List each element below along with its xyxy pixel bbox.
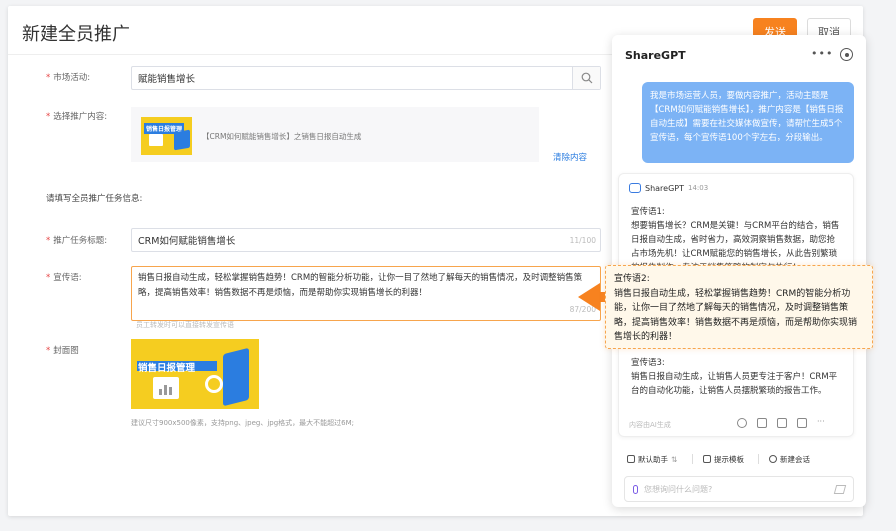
assistant-icon [627,455,635,463]
slogan-2-text: 销售日报自动生成，轻松掌握销售趋势！CRM的智能分析功能，让你一目了然地了解每天… [614,288,858,343]
slogan-1-title: 宣传语1: [631,207,665,217]
task-title-value: CRM如何赋能销售增长 [138,236,236,247]
mic-icon[interactable] [633,484,638,494]
bot-icon [629,183,641,193]
campaign-label: * 市场活动: [46,73,91,83]
ai-time: 14:03 [688,184,709,192]
task-title-counter: 11/100 [569,236,596,245]
task-title-input[interactable]: CRM如何赋能销售增长 11/100 [131,228,601,252]
slogan-2-highlight[interactable]: 宣传语2: 销售日报自动生成，轻松掌握销售趋势！CRM的智能分析功能，让你一目了… [605,265,873,349]
user-message-bubble: 我是市场运营人员，要做内容推广，活动主题是【CRM如何赋能销售增长】，推广内容是… [642,82,854,163]
campaign-input[interactable]: 赋能销售增长 [131,66,601,90]
content-thumbnail: 销售日报管理 [141,117,192,155]
campaign-value: 赋能销售增长 [138,74,196,85]
cover-hint: 建议尺寸900x500像素，支持png、jpeg、jpg格式，最大不能超过6M; [131,419,355,427]
selected-content-card[interactable]: 销售日报管理 【CRM如何赋能销售增长】之销售日报自动生成 [131,107,539,162]
copy-icon[interactable] [757,418,767,428]
ai-header: ShareGPT 14:03 [629,183,708,193]
thumbs-up-icon[interactable] [777,418,787,428]
content-label: * 选择推广内容: [46,112,108,122]
send-icon[interactable] [833,485,847,494]
slogan-3-title: 宣传语3: [631,358,665,368]
new-session-icon [769,455,777,463]
cover-title: 销售日报管理 [138,363,196,374]
template-icon [703,455,711,463]
ai-footer: 内容由AI生成 [629,421,671,429]
slogan-hint: 员工转发时可以直接转发宣传语 [136,321,234,329]
slogan-3-text: 销售日报自动生成，让销售人员更专注于客户！CRM平台的自动化功能，让销售人员摆脱… [631,372,838,396]
clear-content-link[interactable]: 清除内容 [553,151,587,163]
slogan-textarea[interactable]: 销售日报自动生成，轻松掌握销售趋势！CRM的智能分析功能，让你一目了然地了解每天… [131,266,601,321]
section-title: 请填写全员推广任务信息: [46,194,143,204]
cover-image[interactable]: 销售日报管理 [131,339,259,409]
chip-prompt-template[interactable]: 提示模板 [698,450,749,468]
content-title: 【CRM如何赋能销售增长】之销售日报自动生成 [202,132,362,141]
page-title: 新建全员推广 [22,24,130,45]
slogan-2-title: 宣传语2: [614,274,650,284]
slogan-label: * 宣传语: [46,273,82,283]
search-button[interactable] [572,67,600,89]
search-icon [581,72,592,84]
chip-new-session[interactable]: 新建会话 [764,450,815,468]
ai-name: ShareGPT [645,183,684,193]
slogan-value: 销售日报自动生成，轻松掌握销售趋势！CRM的智能分析功能，让你一目了然地了解每天… [138,273,583,298]
ask-placeholder: 您想询问什么问题? [644,484,713,494]
chart-icon [153,377,179,399]
more-tools-icon[interactable]: ··· [817,418,827,428]
ai-tools: ··· [737,418,827,428]
thumbs-down-icon[interactable] [797,418,807,428]
close-icon[interactable] [840,48,853,61]
chip-default-assistant[interactable]: 默认助手 ⇅ [622,450,682,468]
cover-label: * 封面图 [46,346,79,356]
arrow-icon [578,283,600,311]
ask-input[interactable]: 您想询问什么问题? [624,476,854,502]
panel-title: ShareGPT [625,49,686,62]
more-icon[interactable]: ••• [811,47,833,60]
refresh-icon[interactable] [737,418,747,428]
task-title-label: * 推广任务标题: [46,236,108,246]
